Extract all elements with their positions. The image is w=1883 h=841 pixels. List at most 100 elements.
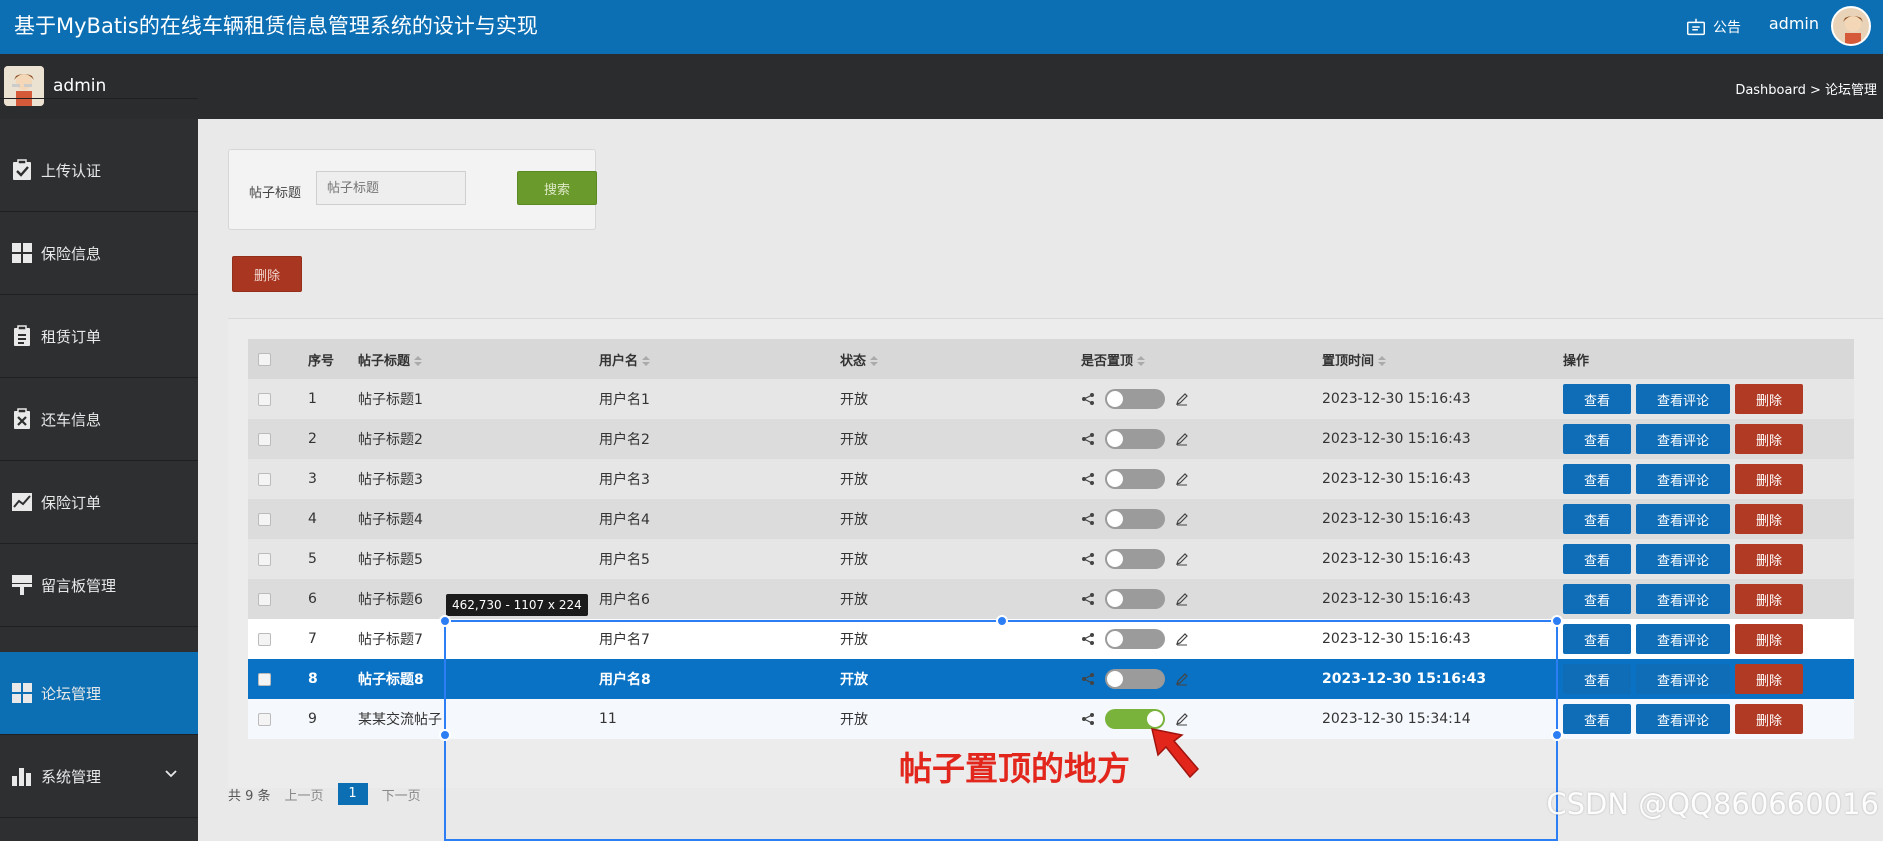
- row-checkbox[interactable]: [258, 392, 271, 406]
- pin-toggle[interactable]: [1105, 709, 1165, 729]
- sidebar-item-forum-management[interactable]: 论坛管理: [0, 652, 198, 735]
- row-checkbox[interactable]: [258, 632, 271, 646]
- edit-icon[interactable]: [1175, 512, 1189, 526]
- sidebar-item-clipped[interactable]: [0, 65, 198, 99]
- table-row[interactable]: 7 帖子标题7 用户名7 开放 2023-12-30 15:16:43 查看 查看评论 删除: [248, 619, 1854, 659]
- row-checkbox[interactable]: [258, 512, 271, 526]
- row-title: 帖子标题1: [358, 379, 599, 419]
- view-comments-button[interactable]: 查看评论: [1636, 424, 1730, 454]
- share-icon[interactable]: [1081, 592, 1095, 606]
- sidebar-item-upload-auth[interactable]: 上传认证: [0, 129, 198, 212]
- share-icon[interactable]: [1081, 672, 1095, 686]
- col-title-header[interactable]: 帖子标题: [358, 339, 599, 379]
- search-input[interactable]: [316, 171, 466, 205]
- breadcrumb[interactable]: Dashboard > 论坛管理: [1735, 79, 1877, 98]
- sidebar-item-insurance-orders[interactable]: 保险订单: [0, 461, 198, 544]
- pin-toggle[interactable]: [1105, 669, 1165, 689]
- sidebar-item-system-management[interactable]: 系统管理: [0, 735, 198, 818]
- view-button[interactable]: 查看: [1563, 384, 1631, 414]
- view-button[interactable]: 查看: [1563, 624, 1631, 654]
- row-delete-button[interactable]: 删除: [1735, 424, 1803, 454]
- table-row[interactable]: 8 帖子标题8 用户名8 开放 2023-12-30 15:16:43 查看 查看评论 删除: [248, 659, 1854, 699]
- view-button[interactable]: 查看: [1563, 424, 1631, 454]
- view-button[interactable]: 查看: [1563, 584, 1631, 614]
- view-button[interactable]: 查看: [1563, 544, 1631, 574]
- view-button[interactable]: 查看: [1563, 504, 1631, 534]
- selection-dimension-label: 462,730 - 1107 x 224: [446, 594, 588, 616]
- row-checkbox[interactable]: [258, 592, 271, 606]
- view-button[interactable]: 查看: [1563, 664, 1631, 694]
- table-row[interactable]: 9 某某交流帖子 11 开放 2023-12-30 15:34:14 查看 查看评论 删除: [248, 699, 1854, 739]
- table-row[interactable]: 3 帖子标题3 用户名3 开放 2023-12-30 15:16:43 查看 查看评论 删除: [248, 459, 1854, 499]
- table-row[interactable]: 4 帖子标题4 用户名4 开放 2023-12-30 15:16:43 查看 查看评论 删除: [248, 499, 1854, 539]
- view-comments-button[interactable]: 查看评论: [1636, 584, 1730, 614]
- edit-icon[interactable]: [1175, 432, 1189, 446]
- view-comments-button[interactable]: 查看评论: [1636, 664, 1730, 694]
- col-status-header[interactable]: 状态: [840, 339, 1081, 379]
- sidebar-item-return-info[interactable]: 还车信息: [0, 378, 198, 461]
- row-delete-button[interactable]: 删除: [1735, 544, 1803, 574]
- row-checkbox[interactable]: [258, 472, 271, 486]
- pin-toggle[interactable]: [1105, 509, 1165, 529]
- edit-icon[interactable]: [1175, 392, 1189, 406]
- share-icon[interactable]: [1081, 392, 1095, 406]
- row-delete-button[interactable]: 删除: [1735, 704, 1803, 734]
- notice-button[interactable]: 公告: [1685, 16, 1741, 38]
- pin-toggle[interactable]: [1105, 549, 1165, 569]
- view-comments-button[interactable]: 查看评论: [1636, 544, 1730, 574]
- share-icon[interactable]: [1081, 432, 1095, 446]
- row-delete-button[interactable]: 删除: [1735, 384, 1803, 414]
- row-checkbox[interactable]: [258, 672, 271, 686]
- batch-delete-button[interactable]: 删除: [232, 256, 302, 292]
- table-row[interactable]: 2 帖子标题2 用户名2 开放 2023-12-30 15:16:43 查看 查看评论 删除: [248, 419, 1854, 459]
- row-checkbox[interactable]: [258, 432, 271, 446]
- header-avatar[interactable]: [1831, 6, 1871, 46]
- row-delete-button[interactable]: 删除: [1735, 504, 1803, 534]
- select-all-checkbox[interactable]: [258, 352, 271, 366]
- share-icon[interactable]: [1081, 632, 1095, 646]
- search-button[interactable]: 搜索: [517, 171, 597, 205]
- view-comments-button[interactable]: 查看评论: [1636, 504, 1730, 534]
- row-delete-button[interactable]: 删除: [1735, 664, 1803, 694]
- table-row[interactable]: 1 帖子标题1 用户名1 开放 2023-12-30 15:16:43 查看 查看评论 删除: [248, 379, 1854, 419]
- row-delete-button[interactable]: 删除: [1735, 584, 1803, 614]
- share-icon[interactable]: [1081, 512, 1095, 526]
- pin-toggle[interactable]: [1105, 429, 1165, 449]
- view-comments-button[interactable]: 查看评论: [1636, 464, 1730, 494]
- row-status: 开放: [840, 459, 1081, 499]
- edit-icon[interactable]: [1175, 472, 1189, 486]
- sidebar-item-message-board[interactable]: 留言板管理: [0, 544, 198, 627]
- sidebar-item-rental-orders[interactable]: 租赁订单: [0, 295, 198, 378]
- share-icon[interactable]: [1081, 552, 1095, 566]
- row-delete-button[interactable]: 删除: [1735, 464, 1803, 494]
- pin-toggle[interactable]: [1105, 469, 1165, 489]
- pin-toggle[interactable]: [1105, 629, 1165, 649]
- pin-toggle[interactable]: [1105, 589, 1165, 609]
- pager-prev[interactable]: 上一页: [285, 785, 324, 804]
- share-icon[interactable]: [1081, 712, 1095, 726]
- edit-icon[interactable]: [1175, 552, 1189, 566]
- col-pintime-header[interactable]: 置顶时间: [1322, 339, 1563, 379]
- edit-icon[interactable]: [1175, 712, 1189, 726]
- view-comments-button[interactable]: 查看评论: [1636, 384, 1730, 414]
- table-row[interactable]: 5 帖子标题5 用户名5 开放 2023-12-30 15:16:43 查看 查看评论 删除: [248, 539, 1854, 579]
- row-checkbox[interactable]: [258, 712, 271, 726]
- view-comments-button[interactable]: 查看评论: [1636, 704, 1730, 734]
- row-delete-button[interactable]: 删除: [1735, 624, 1803, 654]
- edit-icon[interactable]: [1175, 672, 1189, 686]
- view-comments-button[interactable]: 查看评论: [1636, 624, 1730, 654]
- view-button[interactable]: 查看: [1563, 704, 1631, 734]
- edit-icon[interactable]: [1175, 592, 1189, 606]
- pager-page[interactable]: 1: [337, 783, 368, 805]
- view-button[interactable]: 查看: [1563, 464, 1631, 494]
- edit-icon[interactable]: [1175, 632, 1189, 646]
- header-username[interactable]: admin: [1769, 14, 1819, 33]
- row-checkbox[interactable]: [258, 552, 271, 566]
- pager-next[interactable]: 下一页: [382, 785, 421, 804]
- share-icon[interactable]: [1081, 472, 1095, 486]
- pin-toggle[interactable]: [1105, 389, 1165, 409]
- sidebar-item-insurance-info[interactable]: 保险信息: [0, 212, 198, 295]
- col-username-header[interactable]: 用户名: [599, 339, 840, 379]
- col-pinned-header[interactable]: 是否置顶: [1081, 339, 1322, 379]
- notice-icon: [1687, 18, 1705, 36]
